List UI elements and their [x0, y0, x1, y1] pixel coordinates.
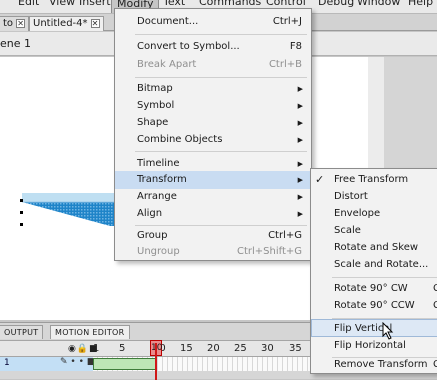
close-icon[interactable]: ✕ — [16, 19, 26, 28]
menu-commands[interactable]: Commands — [199, 0, 261, 8]
menu-control[interactable]: Control — [266, 0, 306, 8]
submenu-arrow-icon: ▶ — [297, 102, 303, 110]
frame-number: 35 — [289, 343, 302, 354]
tab-untitled-4[interactable]: Untitled-4* ✕ — [29, 16, 104, 31]
frame-number: 20 — [207, 343, 220, 354]
menu-item-label: Ungroup — [137, 246, 180, 257]
menu-item-label: Rotate 90° CW — [334, 283, 408, 294]
menu-item-bitmap[interactable]: Bitmap ▶ — [115, 80, 311, 98]
mouse-cursor-icon — [382, 322, 394, 340]
submenu-arrow-icon: ▶ — [297, 136, 303, 144]
menu-separator — [135, 34, 307, 35]
menu-item-rotate-90-cw[interactable]: Rotate 90° CW C — [311, 280, 437, 298]
menu-edit[interactable]: Edit — [18, 0, 39, 8]
menu-view[interactable]: View — [49, 0, 75, 8]
checkmark-icon: ✓ — [315, 173, 325, 186]
menu-item-label: Remove Transform — [334, 359, 428, 370]
scene-breadcrumb[interactable]: ene 1 — [0, 37, 31, 50]
tab-previous-document[interactable]: to ✕ — [0, 16, 30, 31]
menu-item-shortcut: C — [433, 283, 437, 294]
menu-item-scale[interactable]: Scale — [311, 222, 437, 240]
tab-label: to — [3, 18, 14, 29]
menu-item-label: Rotate and Skew — [334, 242, 419, 253]
submenu-arrow-icon: ▶ — [297, 193, 303, 201]
menu-item-label: Free Transform — [334, 174, 409, 185]
menu-item-shape[interactable]: Shape ▶ — [115, 114, 311, 132]
menu-separator — [332, 277, 437, 278]
menu-item-shortcut: Ctrl+B — [268, 59, 302, 70]
menu-item-flip-horizontal[interactable]: Flip Horizontal — [311, 337, 437, 355]
frame-number: 30 — [261, 343, 274, 354]
menu-item-label: Align — [137, 208, 163, 219]
menu-item-align[interactable]: Align ▶ — [115, 205, 311, 223]
menu-item-envelope[interactable]: Envelope — [311, 205, 437, 223]
frame-number: 15 — [180, 343, 193, 354]
submenu-arrow-icon: ▶ — [297, 210, 303, 218]
menu-item-shortcut: Ctrl+J — [272, 16, 302, 27]
modify-menu: Document... Ctrl+J Convert to Symbol... … — [114, 8, 312, 261]
menu-item-label: Scale and Rotate... — [334, 259, 429, 270]
menu-item-label: Convert to Symbol... — [137, 41, 240, 52]
menu-item-label: Shape — [137, 117, 169, 128]
menu-item-convert-to-symbol[interactable]: Convert to Symbol... F8 — [115, 38, 311, 56]
tab-motion-editor[interactable]: MOTION EDITOR — [50, 325, 130, 339]
tab-output[interactable]: OUTPUT — [0, 325, 44, 339]
submenu-arrow-icon: ▶ — [297, 85, 303, 93]
menu-item-combine-objects[interactable]: Combine Objects ▶ — [115, 131, 311, 149]
menu-item-transform[interactable]: Transform ▶ — [115, 171, 311, 189]
menu-item-label: Document... — [137, 16, 199, 27]
menu-item-symbol[interactable]: Symbol ▶ — [115, 97, 311, 115]
tween-span[interactable] — [93, 358, 157, 370]
selection-handle[interactable] — [20, 211, 23, 214]
selection-handle[interactable] — [20, 199, 23, 202]
menu-item-shortcut: F8 — [289, 41, 302, 52]
menu-item-label: Distort — [334, 191, 368, 202]
playhead[interactable] — [155, 343, 157, 380]
menu-insert[interactable]: Insert — [79, 0, 111, 8]
menu-debug[interactable]: Debug — [318, 0, 354, 8]
close-icon[interactable]: ✕ — [90, 19, 100, 28]
menu-item-rotate-and-skew[interactable]: Rotate and Skew — [311, 239, 437, 257]
menu-item-label: Scale — [334, 225, 361, 236]
frame-number: 5 — [119, 343, 126, 354]
menu-item-shortcut: C — [433, 359, 437, 370]
menu-item-label: Bitmap — [137, 83, 173, 94]
pencil-icon[interactable]: ✎ • • ■ — [60, 357, 95, 367]
menu-item-break-apart[interactable]: Break Apart Ctrl+B — [115, 56, 311, 74]
menu-item-arrange[interactable]: Arrange ▶ — [115, 188, 311, 206]
menu-item-shortcut: Ctrl+Shift+G — [236, 246, 302, 257]
submenu-arrow-icon: ▶ — [297, 176, 303, 184]
frame-number: 25 — [234, 343, 247, 354]
menu-item-scale-and-rotate[interactable]: Scale and Rotate... — [311, 256, 437, 274]
submenu-arrow-icon: ▶ — [297, 119, 303, 127]
menu-item-remove-transform[interactable]: Remove Transform C — [311, 356, 437, 374]
frame-number: 1 — [93, 343, 100, 354]
menu-item-label: Symbol — [137, 100, 175, 111]
menu-item-label: Arrange — [137, 191, 177, 202]
menu-window[interactable]: Window — [357, 0, 400, 8]
menu-item-label: Combine Objects — [137, 134, 223, 145]
menu-item-rotate-90-ccw[interactable]: Rotate 90° CCW C — [311, 297, 437, 315]
menu-item-label: Transform — [137, 174, 187, 185]
menu-text[interactable]: Text — [163, 0, 185, 8]
menu-help[interactable]: Help — [408, 0, 433, 8]
layer-label: 1 — [4, 358, 10, 368]
transform-submenu: ✓ Free Transform Distort Envelope Scale … — [310, 168, 437, 374]
menu-separator — [135, 151, 307, 152]
menu-item-free-transform[interactable]: ✓ Free Transform — [311, 171, 437, 189]
menu-item-label: Rotate 90° CCW — [334, 300, 415, 311]
menu-separator — [135, 225, 307, 226]
menu-item-distort[interactable]: Distort — [311, 188, 437, 206]
menu-item-label: Envelope — [334, 208, 381, 219]
menu-item-document[interactable]: Document... Ctrl+J — [115, 13, 311, 31]
menu-item-label: Break Apart — [137, 59, 197, 70]
menu-item-ungroup[interactable]: Ungroup Ctrl+Shift+G — [115, 243, 311, 261]
menu-item-shortcut: C — [433, 300, 437, 311]
menu-separator — [135, 77, 307, 78]
tab-label: Untitled-4* — [33, 18, 88, 29]
menu-item-flip-vertical[interactable]: Flip Vertical — [311, 319, 437, 337]
selection-handle[interactable] — [20, 223, 23, 226]
